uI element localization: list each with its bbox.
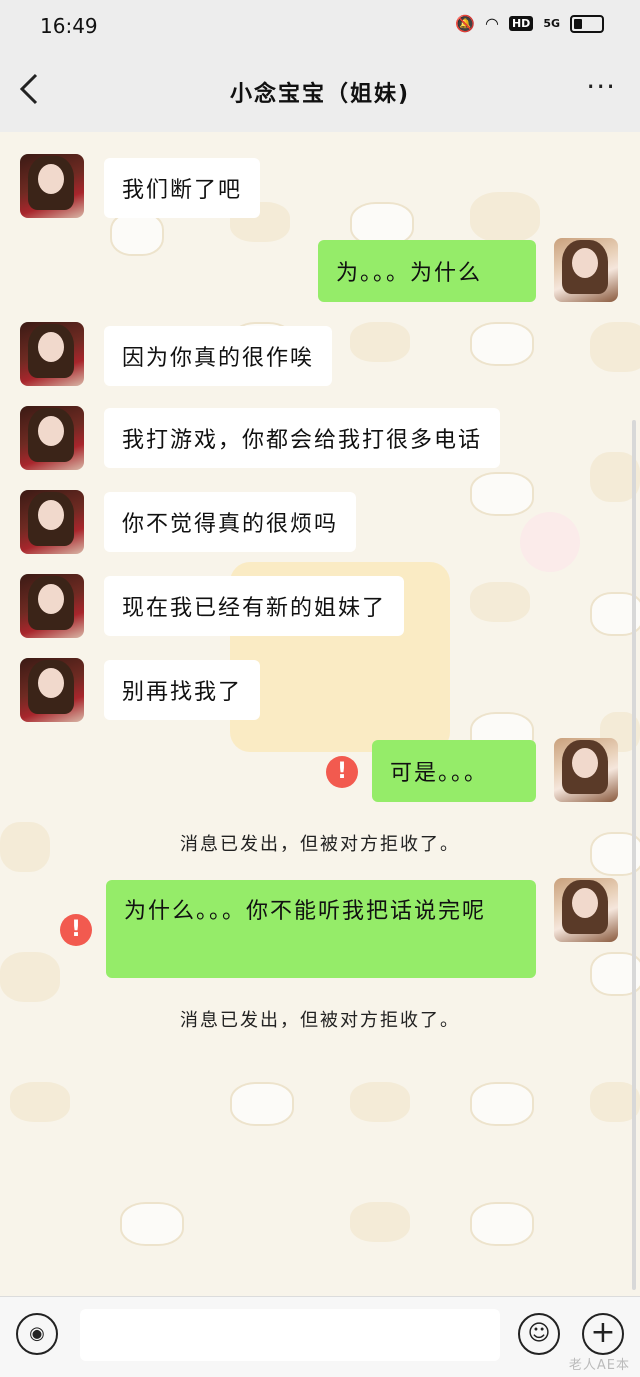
emoji-button[interactable]: ☺ [518,1313,560,1355]
watermark: 老人AE本 [568,1358,630,1373]
chat-area[interactable]: 我们断了吧 为。。。为什么 因为你真的很作唉 我打游戏，你都会给我打很多电话 你… [0,132,640,1296]
system-notice: 消息已发出，但被对方拒收了。 [180,834,460,855]
my-avatar[interactable] [554,878,618,942]
nav-bar: 小念宝宝（姐妹) ··· [0,56,640,132]
battery-icon [570,14,604,33]
status-time: 16:49 [40,14,98,38]
voice-button[interactable]: ◉ [16,1313,58,1355]
status-icons: 🔕 ◠ HD 5G [455,14,604,33]
status-bar: 16:49 🔕 ◠ HD 5G [0,0,640,56]
message-input[interactable] [80,1309,500,1361]
send-failed-icon[interactable]: ! [60,914,92,946]
more-button[interactable]: ··· [586,70,616,103]
message-bubble[interactable]: 为什么。。。你不能听我把话说完呢 [106,880,536,978]
chat-title: 小念宝宝（姐妹) [229,82,411,107]
message-bubble[interactable]: 因为你真的很作唉 [104,326,333,386]
send-failed-icon[interactable]: ! [326,756,358,788]
contact-avatar[interactable] [20,154,84,218]
message-bubble[interactable]: 我们断了吧 [104,158,261,218]
emoji-icon: ☺ [527,1321,551,1346]
message-bubble[interactable]: 我打游戏，你都会给我打很多电话 [104,408,501,468]
my-avatar[interactable] [554,238,618,302]
message-bubble[interactable]: 可是。。。 [372,740,536,802]
contact-avatar[interactable] [20,658,84,722]
hd-badge: HD [508,16,534,31]
wifi-icon: ◠ [485,14,499,33]
mute-bell-icon: 🔕 [455,14,475,33]
message-bubble[interactable]: 你不觉得真的很烦吗 [104,492,357,552]
signal-icon: 5G [543,17,560,30]
voice-icon: ◉ [29,1323,45,1344]
contact-avatar[interactable] [20,322,84,386]
my-avatar[interactable] [554,738,618,802]
message-bubble[interactable]: 别再找我了 [104,660,261,720]
contact-avatar[interactable] [20,490,84,554]
plus-icon: + [590,1315,616,1350]
plus-button[interactable]: + [582,1313,624,1355]
contact-avatar[interactable] [20,574,84,638]
system-notice: 消息已发出，但被对方拒收了。 [180,1010,460,1031]
input-bar: ◉ ☺ + 老人AE本 [0,1296,640,1377]
contact-avatar[interactable] [20,406,84,470]
message-bubble[interactable]: 为。。。为什么 [318,240,536,302]
scrollbar[interactable] [632,420,636,1290]
message-bubble[interactable]: 现在我已经有新的姐妹了 [104,576,405,636]
